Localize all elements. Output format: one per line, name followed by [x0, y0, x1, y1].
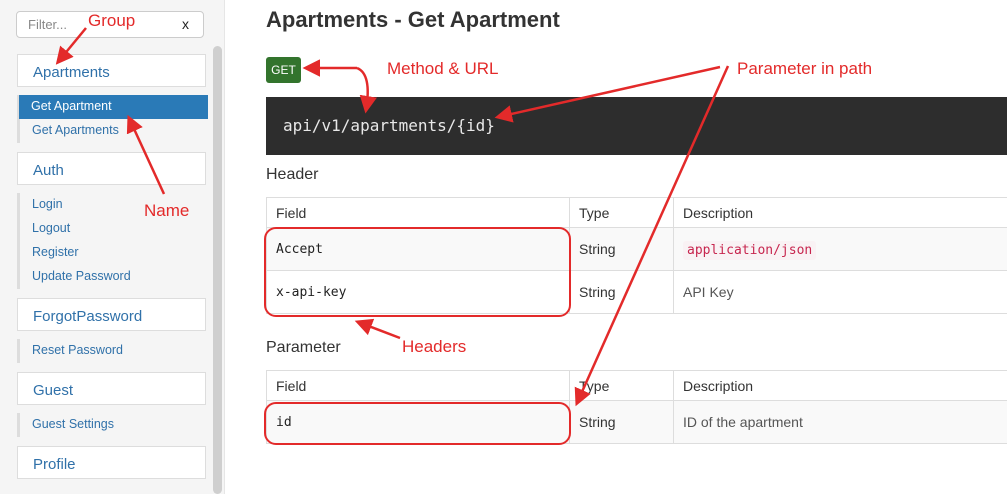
parameter-section-title: Parameter	[266, 339, 341, 356]
page-title: Apartments - Get Apartment	[266, 7, 560, 32]
parameter-type: String	[569, 400, 674, 444]
sidebar-group-forgotpassword[interactable]: ForgotPassword	[17, 298, 206, 331]
header-type: String	[569, 227, 674, 271]
sidebar-subnav-forgotpassword: Reset Password	[17, 339, 208, 363]
sidebar-group-profile[interactable]: Profile	[17, 446, 206, 479]
sidebar-item-guest-settings[interactable]: Guest Settings	[20, 413, 208, 437]
annotation-parameter-in-path: Parameter in path	[737, 59, 873, 78]
column-header-description: Description	[673, 370, 1007, 401]
sidebar-item-register[interactable]: Register	[20, 241, 208, 265]
header-section-title: Header	[266, 166, 319, 183]
column-header-field: Field	[266, 197, 570, 228]
header-type: String	[569, 270, 674, 314]
table-header-row: Field Type Description	[266, 370, 1007, 401]
sidebar-group-guest[interactable]: Guest	[17, 372, 206, 405]
headers-highlight-box	[264, 227, 571, 317]
annotation-method-url: Method & URL	[387, 59, 499, 78]
column-header-type: Type	[569, 370, 674, 401]
table-header-row: Field Type Description	[266, 197, 1007, 228]
sidebar: x Apartments Get Apartment Get Apartment…	[0, 0, 225, 494]
column-header-description: Description	[673, 197, 1007, 228]
header-description: application/json	[673, 227, 1007, 271]
url-text: api/v1/apartments/{id}	[283, 116, 495, 135]
column-header-type: Type	[569, 197, 674, 228]
sidebar-subnav-guest: Guest Settings	[17, 413, 208, 437]
sidebar-group-auth[interactable]: Auth	[17, 152, 206, 185]
method-badge: GET	[266, 57, 301, 83]
parameter-highlight-box	[264, 402, 571, 445]
column-header-field: Field	[266, 370, 570, 401]
parameter-description: ID of the apartment	[673, 400, 1007, 444]
url-code-block: api/v1/apartments/{id}	[266, 97, 1007, 155]
annotation-headers: Headers	[402, 337, 467, 356]
annotation-group: Group	[88, 11, 136, 30]
sidebar-item-get-apartments[interactable]: Get Apartments	[20, 119, 208, 143]
sidebar-item-get-apartment[interactable]: Get Apartment	[19, 95, 208, 119]
content-type-code: application/json	[683, 240, 817, 260]
arrow-headers	[354, 318, 401, 340]
sidebar-item-reset-password[interactable]: Reset Password	[20, 339, 208, 363]
sidebar-item-update-password[interactable]: Update Password	[20, 265, 208, 289]
sidebar-subnav-apartments: Get Apartment Get Apartments	[17, 95, 208, 143]
sidebar-group-apartments[interactable]: Apartments	[17, 54, 206, 87]
header-description: API Key	[673, 270, 1007, 314]
clear-filter-icon[interactable]: x	[182, 16, 189, 32]
sidebar-scrollbar[interactable]	[213, 46, 222, 494]
annotation-name: Name	[144, 201, 190, 220]
